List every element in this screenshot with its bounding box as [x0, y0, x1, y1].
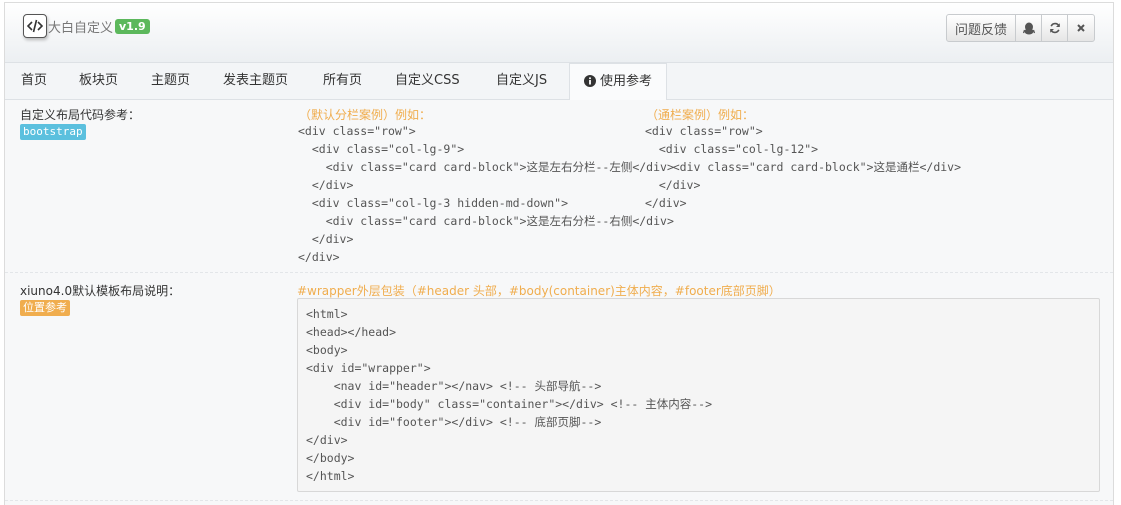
info-icon — [584, 66, 596, 102]
tab-usage-reference[interactable]: 使用参考 — [569, 63, 668, 102]
layout-ref-label: 自定义布局代码参考： — [20, 108, 141, 122]
tab-custom-css[interactable]: 自定义CSS — [395, 63, 460, 100]
default-column-code: <div class="row"> <div class="col-lg-9">… — [298, 124, 674, 264]
qq-icon[interactable] — [1016, 15, 1042, 41]
tab-forum[interactable]: 板块页 — [79, 63, 118, 100]
tab-thread[interactable]: 主题页 — [151, 63, 190, 100]
tab-home[interactable]: 首页 — [21, 63, 47, 100]
position-ref-badge[interactable]: 位置参考 — [20, 300, 70, 316]
code-icon — [23, 14, 47, 38]
tab-post-thread[interactable]: 发表主题页 — [223, 63, 288, 100]
nav-tabs: 首页 板块页 主题页 发表主题页 所有页 自定义CSS 自定义JS 使用参考 — [5, 63, 1113, 102]
default-column-title: （默认分栏案例）例如： — [299, 108, 432, 122]
wrapper-title: #wrapper外层包装（#header 头部，#body(container)… — [297, 284, 781, 298]
template-layout-label: xiuno4.0默认模板布局说明： — [20, 284, 181, 298]
tab-usage-reference-label: 使用参考 — [600, 74, 653, 89]
full-width-code: <div class="row"> <div class="col-lg-12"… — [645, 124, 962, 210]
header-button-group: 问题反馈 — [945, 14, 1095, 42]
app-title-text: 大白自定义 — [48, 21, 114, 36]
template-code-box: <html> <head></head> <body> <div id="wra… — [297, 298, 1100, 492]
divider — [5, 500, 1113, 501]
version-badge: v1.9 — [115, 19, 150, 34]
close-icon[interactable] — [1068, 15, 1094, 41]
bootstrap-badge[interactable]: bootstrap — [20, 124, 86, 140]
refresh-icon[interactable] — [1042, 15, 1068, 41]
app-header: 大白自定义 v1.9 问题反馈 — [5, 3, 1113, 63]
app-title: 大白自定义 v1.9 — [48, 17, 150, 36]
main-content: 自定义布局代码参考： bootstrap （默认分栏案例）例如： <div cl… — [5, 100, 1113, 505]
app-window: 大白自定义 v1.9 问题反馈 首页 板块页 主题页 发表主题页 所有页 自定义… — [4, 2, 1114, 505]
divider — [5, 272, 1113, 273]
tab-custom-js[interactable]: 自定义JS — [496, 63, 547, 100]
tab-all-pages[interactable]: 所有页 — [323, 63, 362, 100]
template-code: <html> <head></head> <body> <div id="wra… — [306, 307, 713, 483]
feedback-button[interactable]: 问题反馈 — [947, 15, 1016, 41]
full-width-title: （通栏案例）例如： — [646, 108, 755, 122]
